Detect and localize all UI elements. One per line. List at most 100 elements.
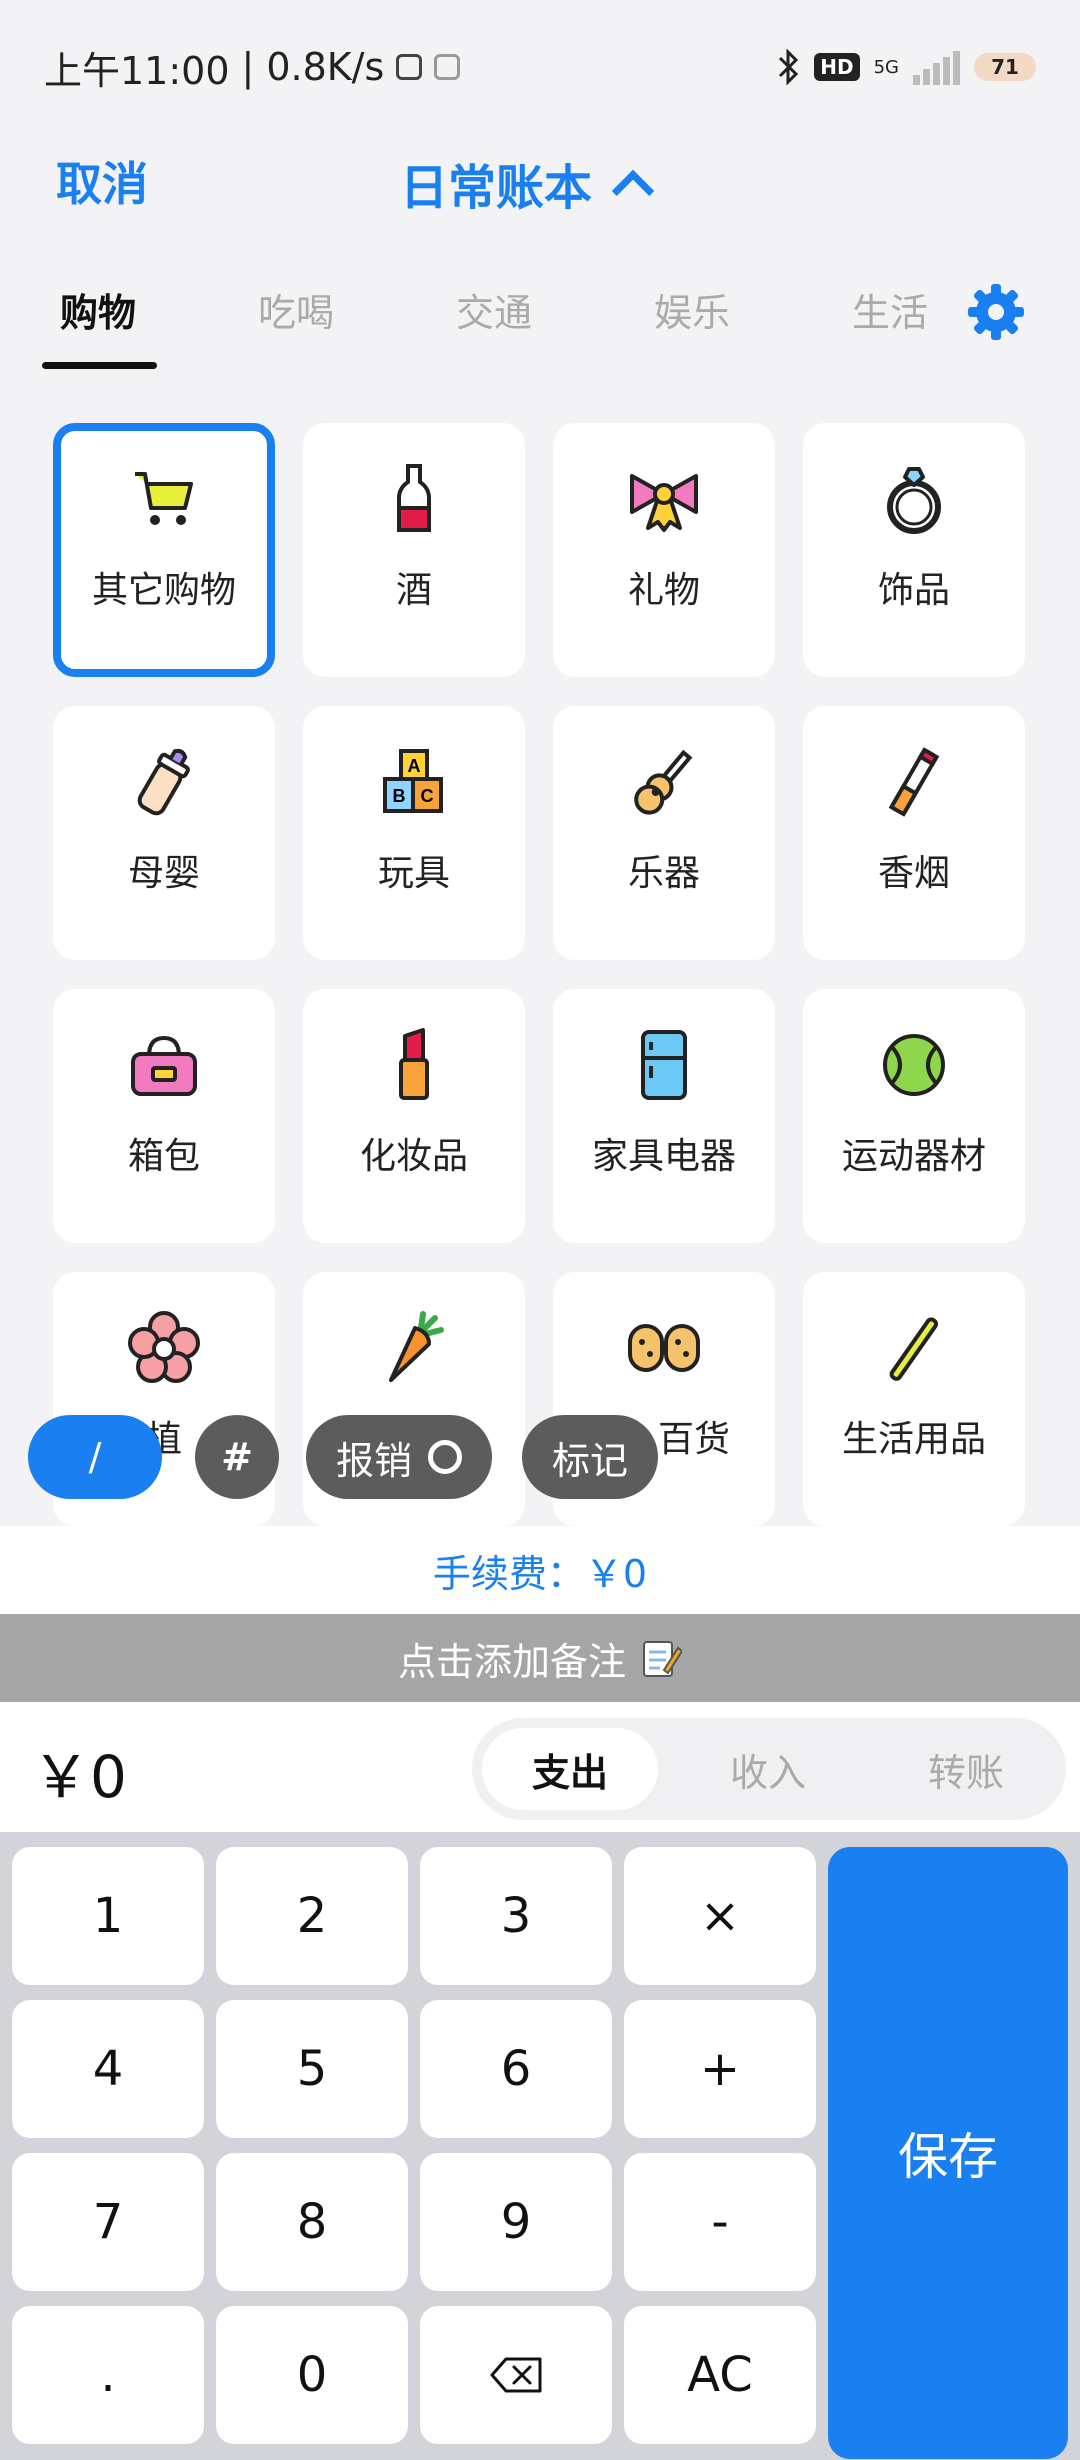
svg-text:A: A	[408, 756, 421, 776]
signal-icon	[913, 49, 960, 85]
shopping-cart-icon	[124, 459, 204, 539]
segment-expense[interactable]: 支出	[482, 1728, 658, 1810]
key-7[interactable]: 7	[12, 2153, 204, 2291]
category-daily-goods[interactable]: 生活用品	[803, 1272, 1025, 1526]
category-baby[interactable]: 母婴	[53, 706, 275, 960]
category-label: 礼物	[627, 570, 700, 611]
hd-badge: HD	[814, 53, 860, 81]
add-note-bar[interactable]: 点击添加备注	[0, 1614, 1080, 1702]
flower-icon	[124, 1308, 204, 1388]
tab-food[interactable]: 吃喝	[258, 282, 334, 337]
key-4[interactable]: 4	[12, 2000, 204, 2138]
category-sports[interactable]: 运动器材	[803, 989, 1025, 1243]
key-minus[interactable]: -	[624, 2153, 816, 2291]
svg-text:C: C	[421, 786, 434, 806]
key-9[interactable]: 9	[420, 2153, 612, 2291]
category-wine[interactable]: 酒	[303, 423, 525, 677]
fee-text: 手续费：￥0	[432, 1551, 648, 1596]
bluetooth-icon	[779, 49, 799, 85]
tab-entertainment[interactable]: 娱乐	[654, 282, 730, 337]
header: 取消 日常账本	[0, 134, 1080, 230]
category-label: 百货	[657, 1419, 730, 1460]
network-label: 5G	[873, 56, 899, 78]
category-grid: 其它购物 酒 礼物 饰品 母婴 ABC 玩具 乐器 香烟 箱包 化妆品 家具电器…	[53, 423, 1025, 1526]
svg-text:B: B	[393, 786, 406, 806]
handbag-icon	[124, 1025, 204, 1105]
status-speed: 0.8K/s	[266, 45, 385, 89]
tab-life[interactable]: 生活	[852, 282, 928, 337]
category-label: 生活用品	[841, 1419, 986, 1460]
category-label: 饰品	[877, 570, 950, 611]
slash-chip[interactable]: /	[28, 1415, 162, 1499]
segment-transfer[interactable]: 转账	[878, 1728, 1054, 1810]
status-separator: |	[241, 45, 255, 89]
book-selector[interactable]: 日常账本	[400, 148, 655, 218]
category-label: 其它购物	[91, 570, 236, 611]
battery-icon: 71	[974, 53, 1036, 81]
category-toys[interactable]: ABC 玩具	[303, 706, 525, 960]
category-label: 酒	[395, 570, 432, 611]
key-1[interactable]: 1	[12, 1847, 204, 1985]
key-6[interactable]: 6	[420, 2000, 612, 2138]
ring-icon	[874, 459, 954, 539]
category-cigarettes[interactable]: 香烟	[803, 706, 1025, 960]
baby-bottle-icon	[124, 742, 204, 822]
key-multiply[interactable]: ×	[624, 1847, 816, 1985]
key-8[interactable]: 8	[216, 2153, 408, 2291]
food-icon	[624, 1308, 704, 1388]
mark-chip[interactable]: 标记	[522, 1415, 658, 1499]
tag-chip[interactable]: #	[195, 1415, 279, 1499]
fridge-icon	[624, 1025, 704, 1105]
category-label: 母婴	[127, 853, 200, 894]
category-instruments[interactable]: 乐器	[553, 706, 775, 960]
transaction-type-segment: 支出 收入 转账	[472, 1718, 1066, 1820]
tab-transport[interactable]: 交通	[456, 282, 532, 337]
key-2[interactable]: 2	[216, 1847, 408, 1985]
cancel-button[interactable]: 取消	[56, 148, 148, 214]
key-plus[interactable]: +	[624, 2000, 816, 2138]
reimburse-label: 报销	[335, 1438, 412, 1483]
gear-icon[interactable]	[964, 280, 1028, 344]
wine-bottle-icon	[374, 459, 454, 539]
category-label: 玩具	[377, 853, 450, 894]
category-gift[interactable]: 礼物	[553, 423, 775, 677]
category-cosmetics[interactable]: 化妆品	[303, 989, 525, 1243]
reimburse-toggle[interactable]: 报销	[306, 1415, 492, 1499]
memo-icon	[643, 1641, 682, 1677]
cigarette-icon	[874, 742, 954, 822]
radio-circle-icon	[428, 1440, 462, 1474]
save-button[interactable]: 保存	[828, 1847, 1068, 2459]
tennis-ball-icon	[874, 1025, 954, 1105]
book-title: 日常账本	[400, 160, 593, 216]
status-time: 上午11:00	[44, 48, 230, 93]
guitar-icon	[624, 742, 704, 822]
category-jewelry[interactable]: 饰品	[803, 423, 1025, 677]
key-all-clear[interactable]: AC	[624, 2306, 816, 2444]
backspace-icon	[490, 2357, 542, 2393]
lipstick-icon	[374, 1025, 454, 1105]
chevron-up-icon	[611, 169, 655, 213]
tab-indicator	[42, 362, 157, 369]
toy-blocks-icon: ABC	[374, 742, 454, 822]
category-bags[interactable]: 箱包	[53, 989, 275, 1243]
status-bar: 上午11:00 | 0.8K/s HD 5G 71	[0, 0, 1080, 134]
key-backspace[interactable]	[420, 2306, 612, 2444]
tab-shopping[interactable]: 购物	[60, 282, 136, 337]
fee-row[interactable]: 手续费：￥0	[0, 1526, 1080, 1614]
amount-display: ￥0	[32, 1743, 127, 1811]
segment-income[interactable]: 收入	[680, 1728, 856, 1810]
toothbrush-icon	[874, 1308, 954, 1388]
status-left: 上午11:00 | 0.8K/s	[44, 40, 461, 95]
category-label: 香烟	[877, 853, 950, 894]
key-0[interactable]: 0	[216, 2306, 408, 2444]
key-5[interactable]: 5	[216, 2000, 408, 2138]
key-decimal[interactable]: .	[12, 2306, 204, 2444]
category-other-shopping[interactable]: 其它购物	[53, 423, 275, 677]
key-3[interactable]: 3	[420, 1847, 612, 1985]
category-label: 化妆品	[359, 1136, 468, 1177]
keypad: 1 2 3 × 4 5 6 + 7 8 9 - . 0 AC 保存	[0, 1832, 1080, 2460]
category-tabs: 购物 吃喝 交通 娱乐 生活	[0, 262, 1080, 372]
category-label: 乐器	[627, 853, 700, 894]
category-appliances[interactable]: 家具电器	[553, 989, 775, 1243]
category-label: 箱包	[127, 1136, 200, 1177]
